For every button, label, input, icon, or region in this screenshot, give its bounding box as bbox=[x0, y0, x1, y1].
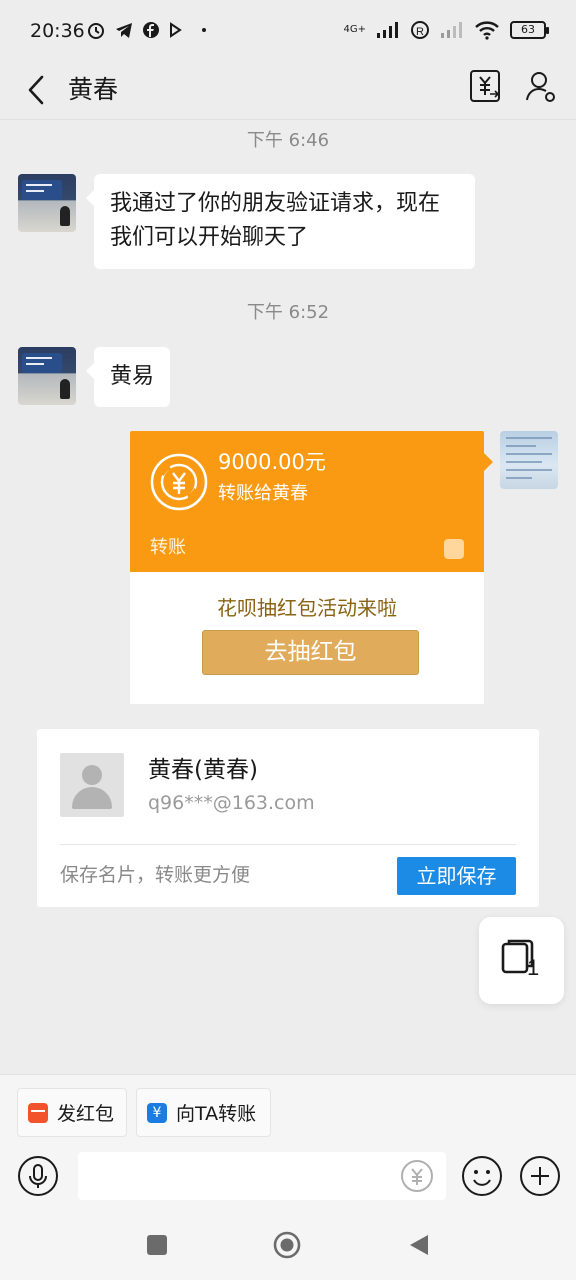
smile-icon[interactable] bbox=[461, 1155, 503, 1197]
registered-icon: R bbox=[411, 21, 429, 39]
message-text: 我通过了你的朋友验证请求，现在我们可以开始聊天了 bbox=[110, 191, 441, 250]
received-message-bubble[interactable]: 我通过了你的朋友验证请求，现在我们可以开始聊天了 bbox=[86, 174, 475, 269]
red-envelope-icon bbox=[28, 1102, 48, 1123]
contact-email: q96***@163.com bbox=[148, 792, 315, 814]
signal-icon bbox=[377, 22, 398, 38]
wifi-icon bbox=[475, 21, 499, 40]
transfer-label: 转账 bbox=[150, 537, 186, 558]
chat-header: 黄春 bbox=[0, 62, 576, 120]
message-input[interactable] bbox=[78, 1152, 446, 1200]
message-timestamp: 下午 6:46 bbox=[246, 130, 330, 151]
signal-weak-icon bbox=[441, 22, 462, 38]
status-time: 20:36 bbox=[30, 20, 85, 42]
save-hint: 保存名片，转账更方便 bbox=[60, 864, 251, 886]
chat-title: 黄春 bbox=[68, 75, 119, 104]
plus-icon[interactable] bbox=[519, 1155, 561, 1197]
yen-coin-icon bbox=[150, 453, 208, 511]
promo-text: 花呗抽红包活动来啦 bbox=[217, 596, 397, 620]
chat-input-area: 发红包 ¥ 向TA转账 bbox=[0, 1074, 576, 1210]
system-nav-bar bbox=[0, 1210, 576, 1280]
battery-icon: 63 bbox=[510, 21, 549, 39]
transfer-to-contact-button[interactable]: ¥ 向TA转账 bbox=[136, 1088, 271, 1137]
yen-circle-icon[interactable] bbox=[400, 1159, 434, 1193]
status-bar: 20:36 4G+ R 63 bbox=[0, 0, 576, 62]
yen-transfer-icon[interactable] bbox=[468, 68, 502, 104]
message-timestamp: 下午 6:52 bbox=[246, 302, 330, 323]
telegram-icon bbox=[116, 23, 132, 38]
dot-icon bbox=[202, 28, 206, 32]
contact-card[interactable]: 黄春(黄春) q96***@163.com 保存名片，转账更方便 立即保存 bbox=[37, 729, 539, 907]
contact-avatar[interactable] bbox=[18, 347, 76, 405]
contact-avatar[interactable] bbox=[18, 174, 76, 232]
recent-apps-icon[interactable] bbox=[147, 1235, 167, 1255]
save-now-button[interactable]: 立即保存 bbox=[397, 857, 516, 895]
send-red-packet-button[interactable]: 发红包 bbox=[17, 1088, 127, 1137]
home-icon[interactable] bbox=[273, 1231, 301, 1259]
nav-back-icon[interactable] bbox=[408, 1233, 430, 1257]
window-stack-icon bbox=[501, 939, 534, 974]
alipay-icon bbox=[444, 539, 464, 559]
mic-icon[interactable] bbox=[17, 1155, 59, 1197]
yen-icon: ¥ bbox=[147, 1102, 167, 1123]
transfer-amount: 9000.00元 bbox=[218, 450, 326, 474]
quick-action-label: 发红包 bbox=[57, 1103, 115, 1125]
draw-red-packet-button[interactable]: 去抽红包 bbox=[202, 630, 419, 675]
person-settings-icon[interactable] bbox=[524, 68, 558, 104]
received-message-bubble[interactable]: 黄易 bbox=[85, 347, 171, 407]
network-label: 4G+ bbox=[343, 24, 367, 35]
play-icon bbox=[170, 22, 182, 38]
contact-name: 黄春(黄春) bbox=[148, 757, 258, 783]
default-avatar-icon bbox=[60, 753, 124, 817]
divider bbox=[60, 844, 516, 845]
transfer-recipient: 转账给黄春 bbox=[218, 483, 308, 504]
transfer-card-header: 9000.00元 转账给黄春 转账 bbox=[130, 431, 493, 572]
promo-section: 花呗抽红包活动来啦 去抽红包 bbox=[130, 572, 484, 704]
window-count: 1 bbox=[527, 955, 540, 980]
svg-text:R: R bbox=[416, 26, 424, 38]
floating-window-button[interactable]: 1 bbox=[479, 917, 564, 1004]
notification-icons bbox=[86, 20, 206, 40]
quick-action-label: 向TA转账 bbox=[176, 1103, 257, 1125]
system-icons: 4G+ R 63 bbox=[343, 20, 549, 40]
facebook-icon bbox=[143, 22, 159, 38]
my-avatar[interactable] bbox=[500, 431, 558, 489]
transfer-card[interactable]: 9000.00元 转账给黄春 转账 花呗抽红包活动来啦 去抽红包 bbox=[130, 431, 493, 704]
alarm-icon bbox=[88, 23, 104, 39]
back-icon[interactable] bbox=[22, 72, 52, 108]
message-text: 黄易 bbox=[110, 364, 155, 389]
